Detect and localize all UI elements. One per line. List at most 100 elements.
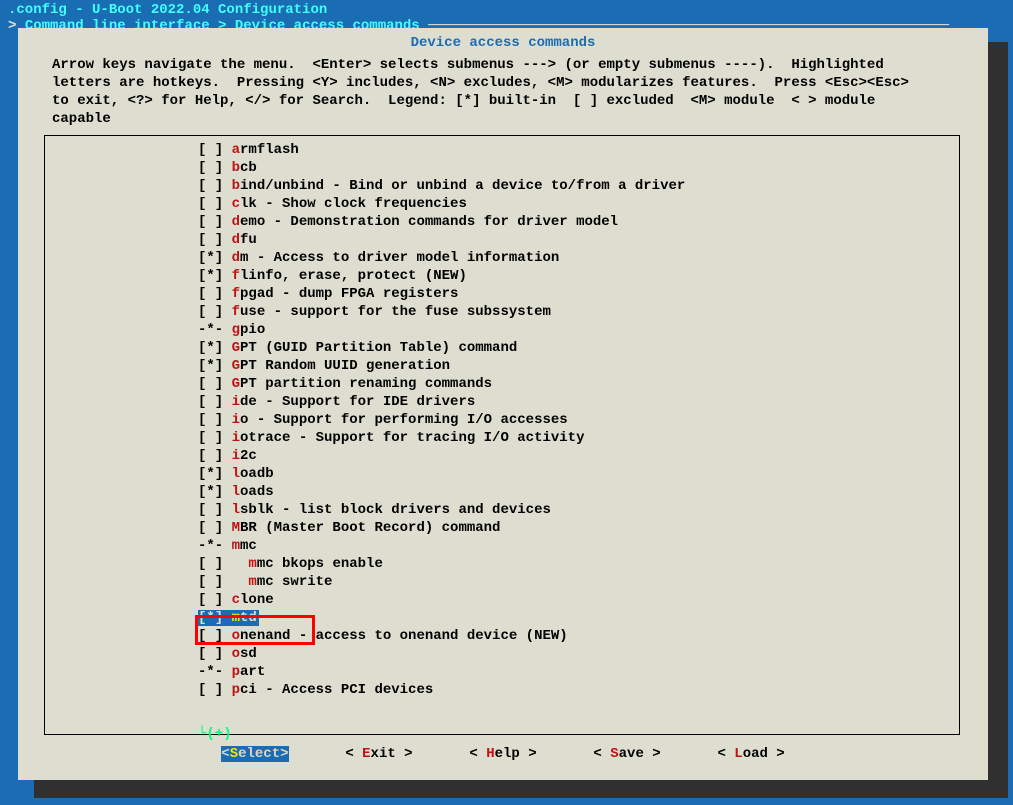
menu-item[interactable]: [ ] iotrace - Support for tracing I/O ac… (198, 430, 584, 446)
menu-item-hotkey: p (232, 682, 240, 698)
menu-item-label: PT (GUID Partition Table) command (240, 340, 517, 356)
menu-item[interactable]: [ ] mmc swrite (198, 574, 332, 590)
menu-item[interactable]: [ ] i2c (198, 448, 257, 464)
menu-item-label: lone (240, 592, 274, 608)
menu-item[interactable]: [ ] fuse - support for the fuse subssyst… (198, 304, 551, 320)
menu-item-label: BR (Master Boot Record) command (240, 520, 500, 536)
menu-item[interactable]: [*] loads (198, 484, 274, 500)
menu-item[interactable]: [ ] onenand - access to onenand device (… (198, 628, 568, 644)
menu-item-label: o - Support for performing I/O accesses (240, 412, 568, 428)
menu-item[interactable]: [ ] armflash (198, 142, 299, 158)
menu-item-state: [ ] (198, 556, 248, 572)
menu-item-label: oadb (240, 466, 274, 482)
menu-item-hotkey: m (248, 556, 256, 572)
menu-item-state: -*- (198, 322, 232, 338)
menu-item-state: [ ] (198, 430, 232, 446)
menu-item-hotkey: G (232, 376, 240, 392)
menu-item-state: [ ] (198, 682, 232, 698)
menu-item[interactable]: [*] GPT (GUID Partition Table) command (198, 340, 517, 356)
menu-list[interactable]: [ ] armflash [ ] bcb [ ] bind/unbind - Bin… (198, 141, 685, 699)
menu-item-state: [ ] (198, 646, 232, 662)
menu-item-label: ind/unbind - Bind or unbind a device to/… (240, 178, 685, 194)
menu-item-state: [ ] (198, 376, 232, 392)
menu-item-hotkey: l (232, 466, 240, 482)
menu-item-hotkey: i (232, 430, 240, 446)
menu-item-label: pio (240, 322, 265, 338)
menu-item[interactable]: [ ] GPT partition renaming commands (198, 376, 492, 392)
menu-item-hotkey: o (232, 646, 240, 662)
menu-item-hotkey: f (232, 268, 240, 284)
menu-item-hotkey: l (232, 502, 240, 518)
menu-item[interactable]: [ ] fpgad - dump FPGA registers (198, 286, 458, 302)
menu-item-state: [*] (198, 340, 232, 356)
menu-item-state: [ ] (198, 592, 232, 608)
menu-item-hotkey: G (232, 358, 240, 374)
menu-item-hotkey: m (232, 538, 240, 554)
menu-item[interactable]: -*- part (198, 664, 265, 680)
menu-item[interactable]: [ ] demo - Demonstration commands for dr… (198, 214, 618, 230)
menu-item-label: pgad - dump FPGA registers (240, 286, 458, 302)
menu-item-hotkey: b (232, 160, 240, 176)
menu-item-hotkey: p (232, 664, 240, 680)
exit-button[interactable]: < Exit > (345, 746, 412, 762)
menu-item[interactable]: [ ] mmc bkops enable (198, 556, 383, 572)
menu-item-state: [ ] (198, 286, 232, 302)
menu-item-state: [*] (198, 466, 232, 482)
menu-item-label: cb (240, 160, 257, 176)
menu-item[interactable]: [ ] io - Support for performing I/O acce… (198, 412, 568, 428)
menu-item[interactable]: [ ] dfu (198, 232, 257, 248)
menu-item[interactable]: [ ] pci - Access PCI devices (198, 682, 433, 698)
menu-item-label: oads (240, 484, 274, 500)
menu-item[interactable]: [ ] bcb (198, 160, 257, 176)
menu-item-label: PT Random UUID generation (240, 358, 450, 374)
menu-item-state: [*] (198, 250, 232, 266)
menu-item[interactable]: [*] dm - Access to driver model informat… (198, 250, 559, 266)
menu-item-label: nenand - access to onenand device (NEW) (240, 628, 568, 644)
menu-item-hotkey: G (232, 340, 240, 356)
menu-item-state: [ ] (198, 448, 232, 464)
menu-item-hotkey: a (232, 142, 240, 158)
menu-item[interactable]: -*- gpio (198, 322, 265, 338)
save-button[interactable]: < Save > (593, 746, 660, 762)
menu-item-hotkey: d (232, 250, 240, 266)
menu-item[interactable]: [ ] lsblk - list block drivers and devic… (198, 502, 551, 518)
load-button[interactable]: < Load > (717, 746, 784, 762)
menu-item-state: [*] (198, 268, 232, 284)
menu-item[interactable]: [*] flinfo, erase, protect (NEW) (198, 268, 467, 284)
menu-item-hotkey: i (232, 394, 240, 410)
menu-item-state: [ ] (198, 412, 232, 428)
menu-item-state: -*- (198, 664, 232, 680)
menu-item-hotkey: g (232, 322, 240, 338)
menu-item-hotkey: m (248, 574, 256, 590)
menu-item-label: fu (240, 232, 257, 248)
menu-item[interactable]: [*] GPT Random UUID generation (198, 358, 450, 374)
menu-item[interactable]: [ ] osd (198, 646, 257, 662)
menu-item-state: [*] (198, 610, 232, 626)
menu-item-label: 2c (240, 448, 257, 464)
menu-item-hotkey: m (232, 610, 240, 626)
menu-item-label: mc (240, 538, 257, 554)
menu-item-hotkey: f (232, 304, 240, 320)
menu-item[interactable]: [ ] ide - Support for IDE drivers (198, 394, 475, 410)
menu-item[interactable]: [*] loadb (198, 466, 274, 482)
more-indicator-icon: └(+) (198, 726, 232, 742)
menu-item-hotkey: c (232, 196, 240, 212)
help-text: Arrow keys navigate the menu. <Enter> se… (52, 56, 966, 128)
menu-item[interactable]: -*- mmc (198, 538, 257, 554)
select-button[interactable]: <Select> (221, 746, 288, 762)
menu-item-label: lk - Show clock frequencies (240, 196, 467, 212)
help-button[interactable]: < Help > (469, 746, 536, 762)
menu-item[interactable]: [*] mtd (198, 610, 259, 626)
menu-item-label: rmflash (240, 142, 299, 158)
menu-item-label: sd (240, 646, 257, 662)
menu-item-hotkey: l (232, 484, 240, 500)
menu-item-state: [ ] (198, 394, 232, 410)
menu-item-state: [*] (198, 358, 232, 374)
menu-item[interactable]: [ ] MBR (Master Boot Record) command (198, 520, 500, 536)
menu-item-label: emo - Demonstration commands for driver … (240, 214, 618, 230)
menu-item[interactable]: [ ] clone (198, 592, 274, 608)
menu-item-hotkey: c (232, 592, 240, 608)
menu-item[interactable]: [ ] clk - Show clock frequencies (198, 196, 467, 212)
menu-item-label: mc bkops enable (257, 556, 383, 572)
menu-item[interactable]: [ ] bind/unbind - Bind or unbind a devic… (198, 178, 685, 194)
